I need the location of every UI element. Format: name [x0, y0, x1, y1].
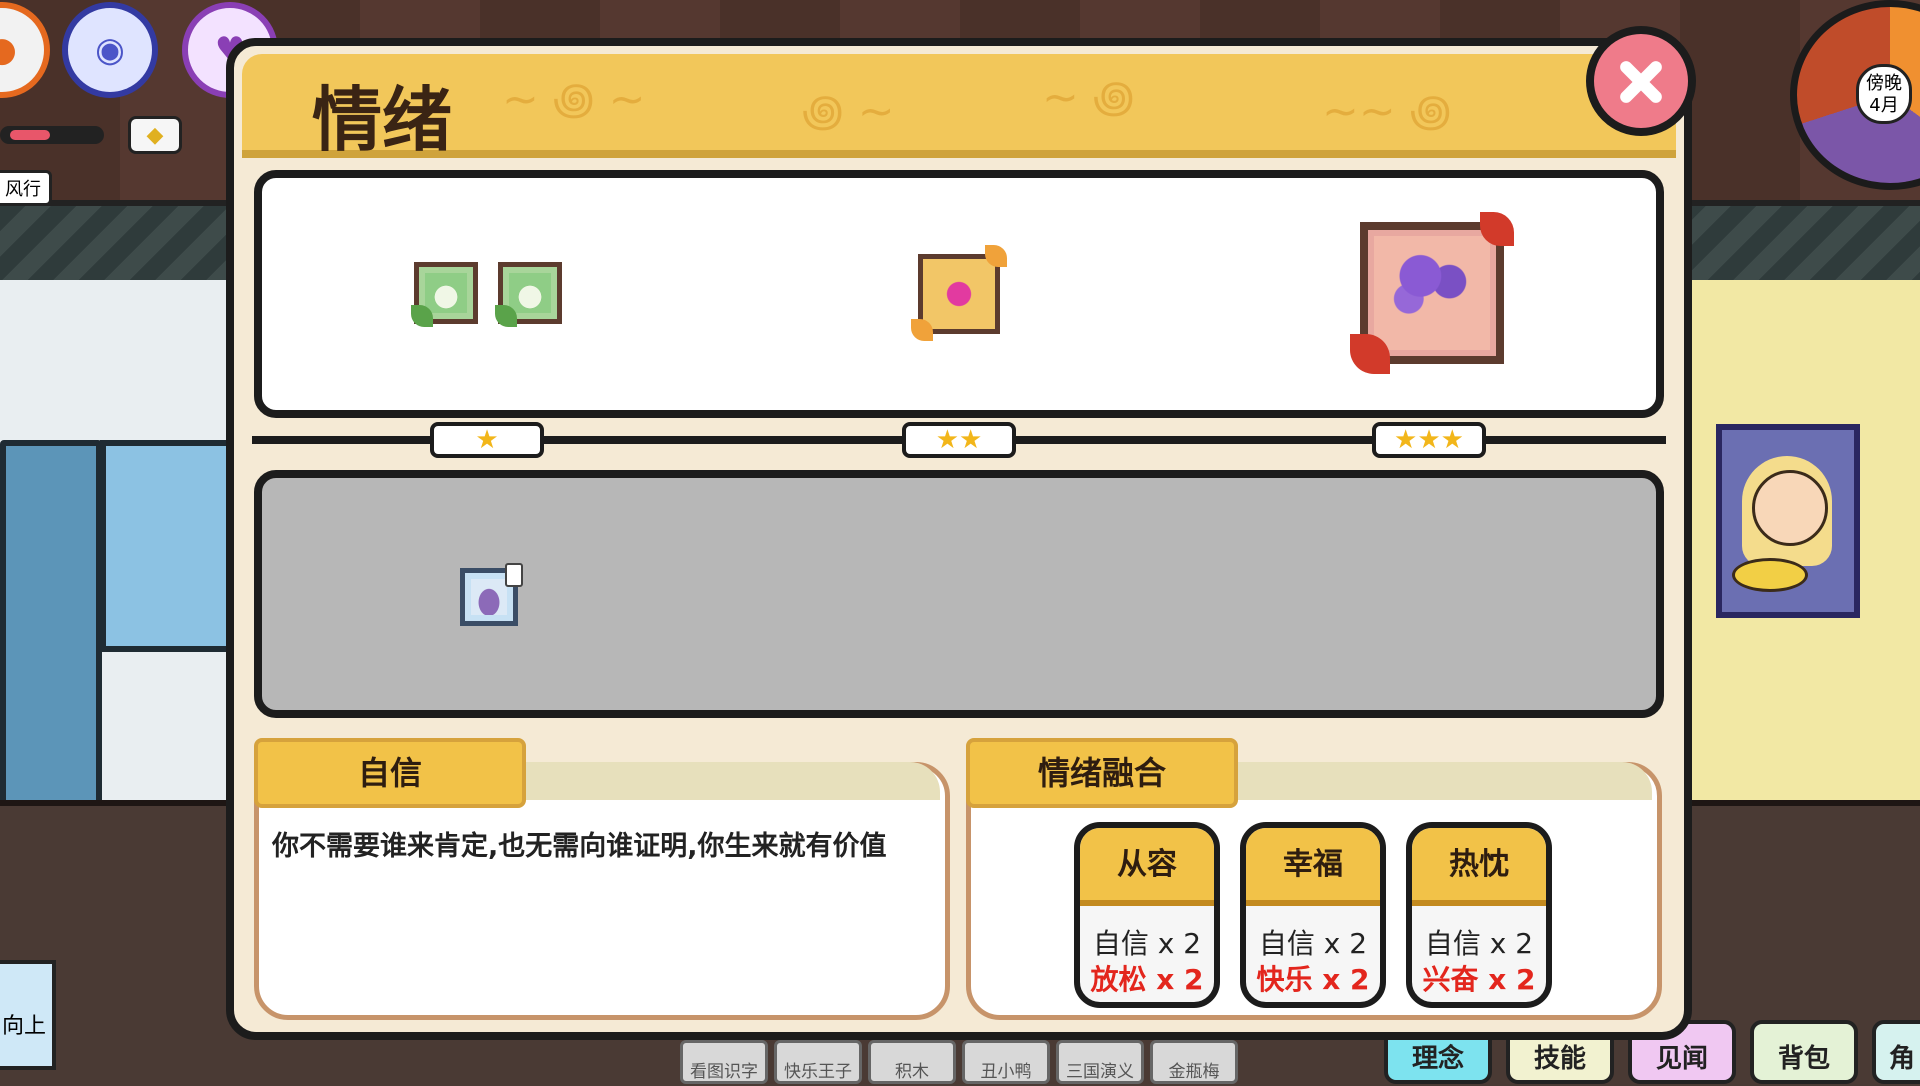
emotion-card-tier1[interactable] [495, 262, 562, 327]
clock-month: 4月 [1869, 95, 1899, 116]
selected-emotion-description: 你不需要谁来肯定,也无需向谁证明,你生来就有价值 [272, 831, 887, 862]
bottom-book-tabs: 看图识字 快乐王子 积木 丑小鸭 三国演义 金瓶梅 [680, 1040, 1238, 1084]
clock-time: 傍晚 [1866, 73, 1902, 94]
left-side-label: 向上 [2, 1014, 47, 1039]
character-portrait [1716, 424, 1860, 618]
fusion-card-extra: 快乐 x 2 [1256, 963, 1370, 996]
close-button[interactable] [1586, 26, 1696, 136]
emotion-card-tier3[interactable] [1350, 212, 1514, 374]
selected-emotion-tag: 自信 [254, 738, 526, 808]
emotion-fusion-strip [1234, 762, 1652, 800]
fusion-card[interactable]: 从容 自信 x 2 放松 x 2 [1074, 822, 1220, 1008]
left-side-card[interactable]: 向上 [0, 960, 56, 1070]
book-tab[interactable]: 金瓶梅 [1150, 1040, 1238, 1084]
fusion-card-name: 幸福 [1246, 828, 1380, 906]
emotion-card-tier1[interactable] [411, 262, 478, 327]
dialog-title: 情绪 [312, 79, 452, 161]
fusion-card-base: 自信 x 2 [1424, 927, 1534, 960]
fusion-card[interactable]: 幸福 自信 x 2 快乐 x 2 [1240, 822, 1386, 1008]
fusion-card[interactable]: 热忱 自信 x 2 兴奋 x 2 [1406, 822, 1552, 1008]
fusion-card-extra: 兴奋 x 2 [1422, 963, 1536, 996]
fusion-card-base: 自信 x 2 [1258, 927, 1368, 960]
fusion-title-tag: 情绪融合 [966, 738, 1238, 808]
hud-coin-icon[interactable]: ◆ [128, 116, 182, 154]
fusion-card-name: 热忱 [1412, 828, 1546, 906]
fusion-card-name: 从容 [1080, 828, 1214, 906]
tier-one-star-tab: ★ [430, 422, 544, 458]
emotion-card-tier2[interactable] [911, 245, 1007, 341]
book-tab[interactable]: 快乐王子 [774, 1040, 862, 1084]
hud-robot-icon[interactable]: ◉ [62, 2, 158, 98]
fusion-card-extra: 放松 x 2 [1090, 963, 1204, 996]
hud-health-bar [0, 126, 104, 144]
tier-two-star-tab: ★★ [902, 422, 1016, 458]
book-tab[interactable]: 看图识字 [680, 1040, 768, 1084]
book-tab[interactable]: 丑小鸭 [962, 1040, 1050, 1084]
background-door [0, 440, 102, 812]
hud-status-tag: 风行 [0, 170, 52, 206]
fusion-card-base: 自信 x 2 [1092, 927, 1202, 960]
owned-emotion-card[interactable] [460, 563, 523, 626]
clock-label: 傍晚 4月 [1856, 64, 1912, 124]
nav-character-button[interactable]: 角 [1872, 1020, 1920, 1084]
nav-backpack-button[interactable]: 背包 [1750, 1020, 1858, 1084]
book-tab[interactable]: 三国演义 [1056, 1040, 1144, 1084]
emotion-info-strip [520, 762, 940, 800]
dialog-header: ~ ꩜ ~ ꩜ ~ ~ ꩜ ~~ ꩜ 情绪 [242, 54, 1676, 161]
book-tab[interactable]: 积木 [868, 1040, 956, 1084]
tier-three-star-tab: ★★★ [1372, 422, 1486, 458]
